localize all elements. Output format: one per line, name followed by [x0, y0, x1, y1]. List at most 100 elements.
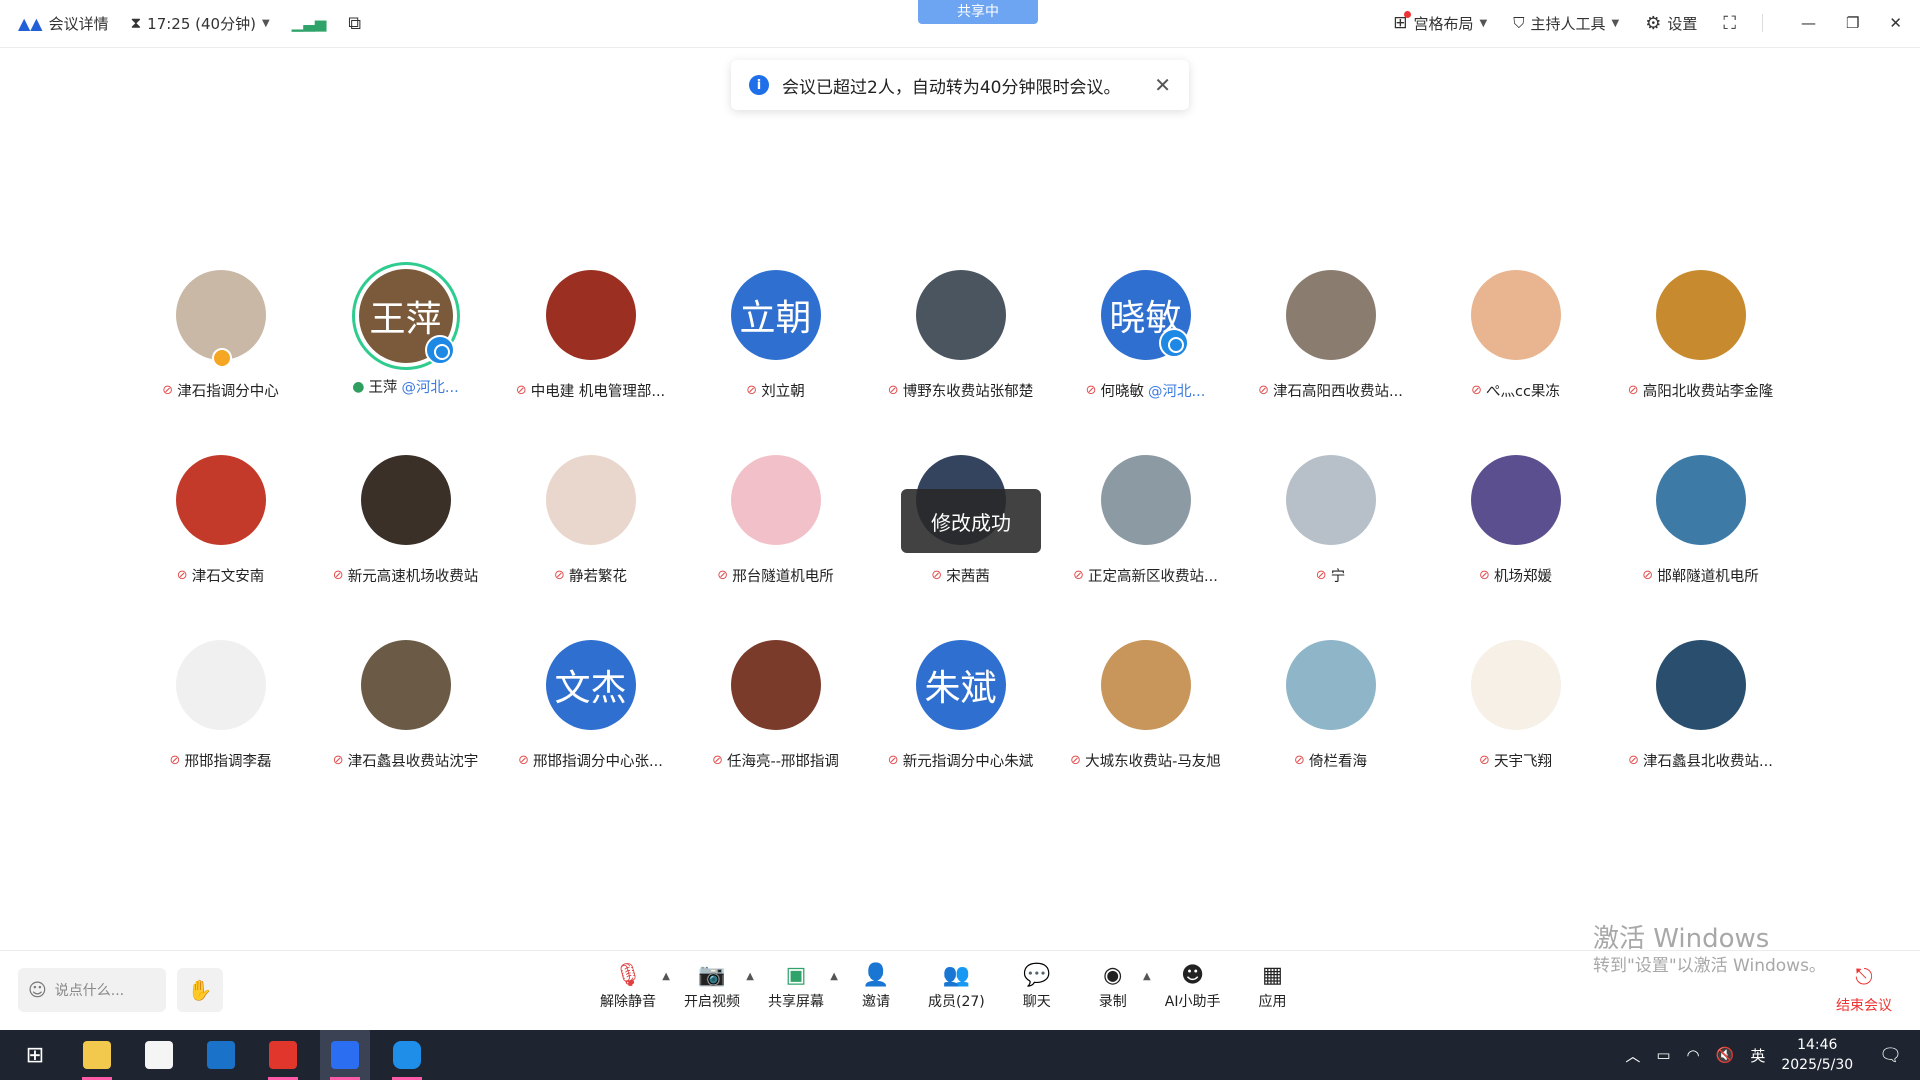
restore-icon[interactable]: ❐: [1846, 14, 1859, 32]
participant-name: 刘立朝: [761, 384, 805, 400]
participant-tile[interactable]: 王萍 ● 王萍 @河北...: [313, 262, 498, 447]
ai-assistant-button[interactable]: ☻ AI小助手: [1165, 961, 1221, 1011]
taskbar-file-explorer[interactable]: [72, 1030, 122, 1080]
participant-tile[interactable]: ⊘ 津石高阳西收费站...: [1238, 262, 1423, 447]
chevron-up-icon[interactable]: ▲: [662, 971, 670, 982]
clock[interactable]: 14:46 2025/5/30: [1781, 1035, 1853, 1075]
timer-dropdown[interactable]: ⧗ 17:25 (40分钟) ▼: [131, 13, 270, 34]
share-screen-button[interactable]: ▣ 共享屏幕 ▲: [768, 961, 838, 1011]
taskbar-outlook[interactable]: [196, 1030, 246, 1080]
participant-tile[interactable]: 朱斌 ⊘ 新元指调分中心朱斌: [868, 632, 1053, 817]
participant-tile[interactable]: ⊘ 静若繁花: [498, 447, 683, 632]
participant-tile[interactable]: ⊘ 机场郑媛: [1423, 447, 1608, 632]
avatar[interactable]: [360, 640, 451, 730]
participant-tile[interactable]: ⊘ 新元高速机场收费站: [313, 447, 498, 632]
participant-tile[interactable]: ⊘ 宁: [1238, 447, 1423, 632]
avatar[interactable]: 文杰: [545, 640, 636, 730]
avatar[interactable]: [545, 270, 636, 360]
avatar[interactable]: [545, 455, 636, 545]
members-button[interactable]: 👥 成员(27): [928, 961, 985, 1011]
participant-tile[interactable]: 晓敏 ⊘ 何晓敏 @河北...: [1053, 262, 1238, 447]
participant-tile[interactable]: ⊘ 邯郸隧道机电所: [1608, 447, 1793, 632]
chevron-up-icon[interactable]: ▲: [746, 971, 754, 982]
avatar[interactable]: 立朝: [730, 270, 821, 360]
apps-button[interactable]: ▦ 应用: [1248, 961, 1296, 1011]
avatar[interactable]: [1285, 455, 1376, 545]
participant-tile[interactable]: ⊘ 博野东收费站张郁楚: [868, 262, 1053, 447]
chat-button[interactable]: 💬 聊天: [1013, 961, 1061, 1011]
participant-tile[interactable]: ⊘ 邢邯指调李磊: [128, 632, 313, 817]
participant-tile[interactable]: ⊘ 津石指调分中心: [128, 262, 313, 447]
avatar[interactable]: [1655, 455, 1746, 545]
ime-indicator[interactable]: 英: [1750, 1045, 1765, 1066]
raise-hand-button[interactable]: ✋: [177, 968, 223, 1012]
taskbar-app-blue[interactable]: [382, 1030, 432, 1080]
avatar[interactable]: [1100, 455, 1191, 545]
avatar[interactable]: [730, 455, 821, 545]
participant-tile[interactable]: 立朝 ⊘ 刘立朝: [683, 262, 868, 447]
participant-tile[interactable]: ⊘ 津石蠡县北收费站...: [1608, 632, 1793, 817]
minimize-icon[interactable]: —: [1801, 14, 1816, 32]
participant-tile[interactable]: ⊘ 任海亮--邢邯指调: [683, 632, 868, 817]
network-signal-button[interactable]: ▁▃▅: [292, 14, 327, 32]
avatar[interactable]: [175, 270, 266, 368]
taskbar-tencent-meeting[interactable]: [320, 1030, 370, 1080]
avatar[interactable]: [1100, 640, 1191, 730]
mic-muted-icon: ⊘: [1479, 753, 1490, 768]
avatar[interactable]: [1285, 270, 1376, 360]
avatar[interactable]: [175, 455, 266, 545]
video-button[interactable]: 📷 开启视频 ▲: [684, 961, 754, 1011]
participant-tile[interactable]: ⊘ 高阳北收费站李金隆: [1608, 262, 1793, 447]
avatar[interactable]: [360, 455, 451, 545]
avatar-image: [1470, 455, 1561, 545]
participant-tile[interactable]: ⊘ 津石文安南: [128, 447, 313, 632]
host-tools-dropdown[interactable]: ⛉ 主持人工具 ▼: [1513, 13, 1619, 34]
taskbar-store[interactable]: [134, 1030, 184, 1080]
close-icon[interactable]: ✕: [1154, 73, 1171, 97]
participant-tile[interactable]: ⊘ 中电建 机电管理部...: [498, 262, 683, 447]
avatar[interactable]: [1655, 640, 1746, 730]
chevron-up-icon[interactable]: ▲: [830, 971, 838, 982]
chevron-up-icon[interactable]: ▲: [1143, 971, 1151, 982]
avatar[interactable]: 朱斌: [915, 640, 1006, 730]
fullscreen-button[interactable]: ⛶: [1723, 13, 1736, 34]
end-meeting-button[interactable]: ⎋ 结束会议: [1836, 965, 1892, 1015]
popout-button[interactable]: ⧉: [348, 13, 361, 34]
chevron-up-icon[interactable]: ︿: [1625, 1045, 1640, 1066]
wifi-icon[interactable]: ◠: [1687, 1046, 1700, 1064]
avatar[interactable]: [1470, 270, 1561, 360]
participant-tile[interactable]: ⊘ 天宇飞翔: [1423, 632, 1608, 817]
participant-tile[interactable]: ⊘ 津石蠡县收费站沈宇: [313, 632, 498, 817]
avatar[interactable]: [1285, 640, 1376, 730]
volume-muted-icon[interactable]: 🔇: [1716, 1046, 1735, 1064]
participant-tile[interactable]: ⊘ ぺ灬cc果冻: [1423, 262, 1608, 447]
participant-tile[interactable]: 文杰 ⊘ 邢邯指调分中心张...: [498, 632, 683, 817]
participant-tile[interactable]: ⊘ 邢台隧道机电所: [683, 447, 868, 632]
meeting-details-button[interactable]: ▲▲ 会议详情: [18, 13, 109, 34]
avatar[interactable]: [1470, 640, 1561, 730]
chat-quick-input[interactable]: ☺ 说点什么...: [18, 968, 166, 1012]
participant-tile[interactable]: ⊘ 倚栏看海: [1238, 632, 1423, 817]
participant-tile[interactable]: ⊘ 大城东收费站-马友旭: [1053, 632, 1238, 817]
layout-dropdown[interactable]: ⊞ 宫格布局 ▼: [1393, 11, 1487, 34]
avatar[interactable]: [915, 270, 1006, 360]
close-icon[interactable]: ✕: [1889, 14, 1902, 32]
avatar[interactable]: [1655, 270, 1746, 360]
battery-icon[interactable]: ▭: [1656, 1046, 1670, 1064]
avatar[interactable]: [730, 640, 821, 730]
participant-tile[interactable]: ⊘ 正定高新区收费站...: [1053, 447, 1238, 632]
avatar[interactable]: [175, 640, 266, 730]
start-button[interactable]: ⊞: [10, 1030, 60, 1080]
settings-button[interactable]: ⚙ 设置: [1645, 13, 1697, 34]
avatar[interactable]: 晓敏: [1100, 270, 1191, 360]
notification-icon[interactable]: 🗨: [1879, 1045, 1902, 1066]
participant-name-row: ⊘ 机场郑媛: [1479, 565, 1552, 586]
participant-name-row: ⊘ 津石蠡县收费站沈宇: [333, 750, 478, 771]
taskbar-wps[interactable]: [258, 1030, 308, 1080]
invite-button[interactable]: 👤 邀请: [852, 961, 900, 1011]
sharing-indicator[interactable]: 共享中: [918, 0, 1038, 24]
avatar[interactable]: [1470, 455, 1561, 545]
avatar[interactable]: 王萍: [351, 262, 460, 370]
unmute-button[interactable]: 🎙 解除静音 ▲: [600, 961, 670, 1011]
record-button[interactable]: ◉ 录制 ▲: [1089, 961, 1151, 1011]
